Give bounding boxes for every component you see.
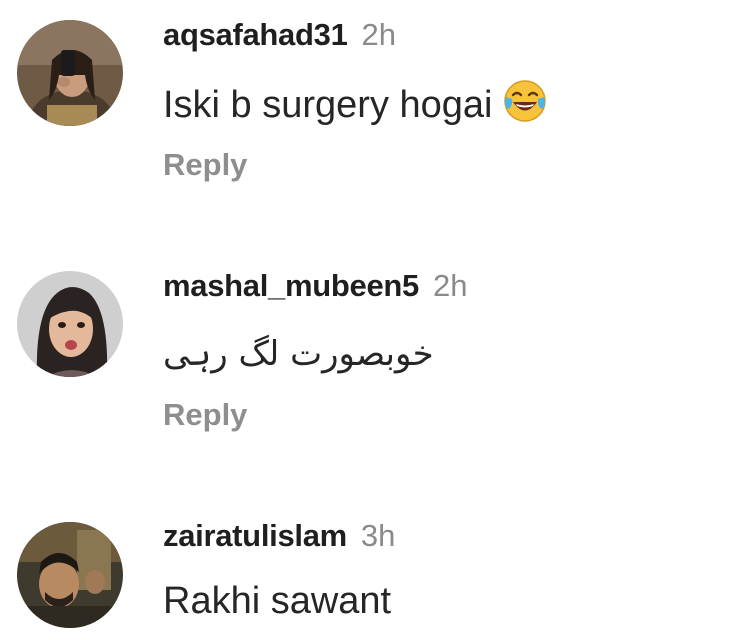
- avatar[interactable]: [17, 522, 123, 628]
- face-with-tears-of-joy-icon: [503, 79, 547, 123]
- timestamp: 2h: [432, 268, 468, 303]
- comment-text-content: Iski b surgery hogai: [163, 84, 493, 126]
- reply-button[interactable]: Reply: [163, 397, 247, 433]
- comment-text: Rakhi sawant: [163, 580, 392, 622]
- avatar[interactable]: [17, 20, 123, 126]
- comment-text: خوبصورت لگ رہی: [163, 334, 434, 374]
- timestamp: 3h: [360, 518, 396, 553]
- avatar-image: [17, 522, 123, 628]
- username[interactable]: zairatulislam: [163, 518, 347, 553]
- username[interactable]: mashal_mubeen5: [163, 268, 419, 303]
- comment-header: aqsafahad31 2h: [163, 17, 396, 53]
- comment-header: zairatulislam 3h: [163, 518, 395, 554]
- avatar[interactable]: [17, 271, 123, 377]
- comment-item: aqsafahad31 2h Iski b surgery hogai Reply: [0, 0, 739, 240]
- comment-item: mashal_mubeen5 2h خوبصورت لگ رہی Reply: [0, 240, 739, 500]
- username[interactable]: aqsafahad31: [163, 17, 348, 52]
- reply-button[interactable]: Reply: [163, 147, 247, 183]
- avatar-image: [17, 271, 123, 377]
- avatar-image: [17, 20, 123, 126]
- comment-item: zairatulislam 3h Rakhi sawant: [0, 500, 739, 640]
- comment-text: Iski b surgery hogai: [163, 79, 547, 127]
- timestamp: 2h: [361, 17, 397, 52]
- comment-header: mashal_mubeen5 2h: [163, 268, 467, 304]
